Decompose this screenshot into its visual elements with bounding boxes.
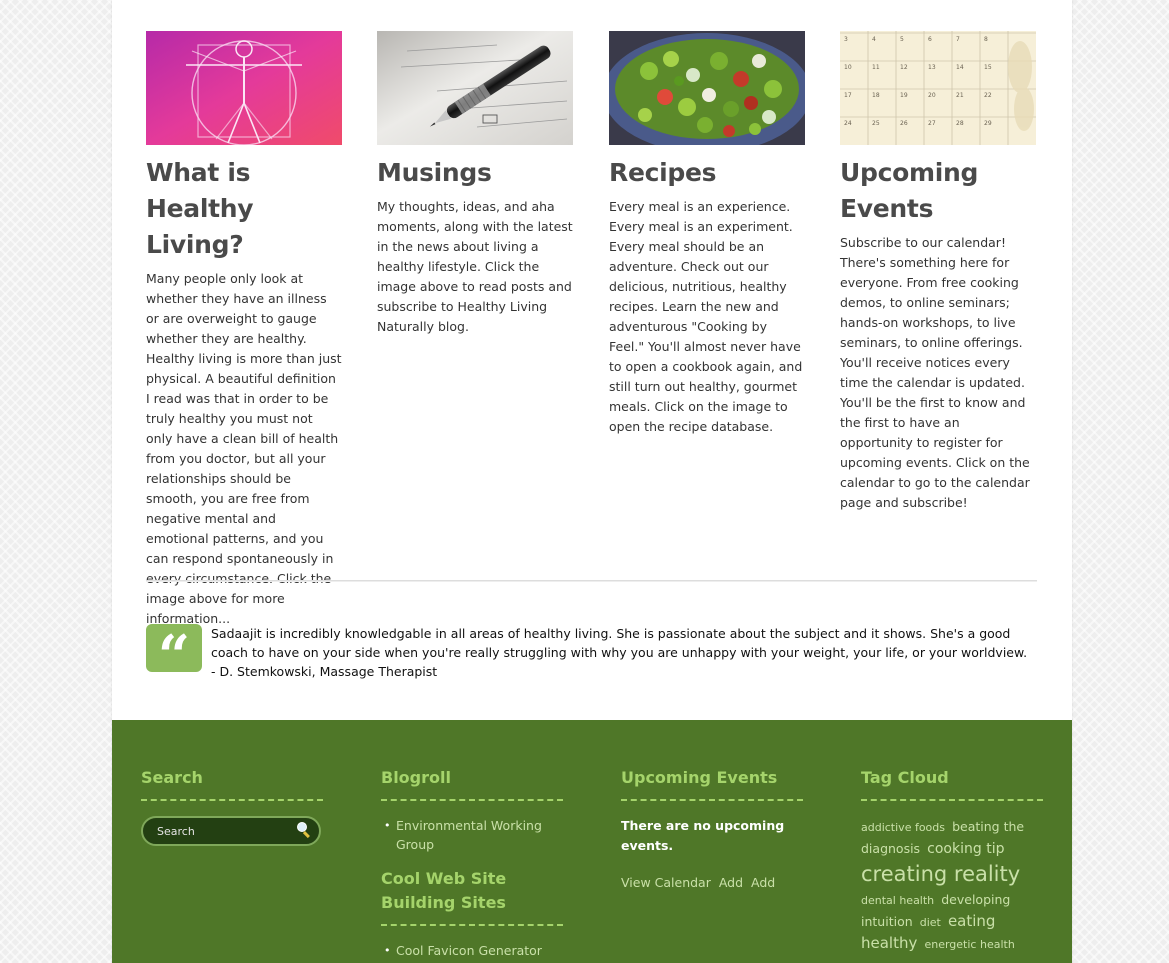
add-link[interactable]: Add [751,875,775,890]
tag-link[interactable]: diet [920,916,941,929]
feature-description: Every meal is an experience. Every meal … [609,199,803,434]
svg-text:26: 26 [900,120,908,127]
footer: Search Blogroll • Environmental Working … [112,720,1072,963]
content-page: What is Healthy Living? Many people only… [112,0,1072,963]
tag-link[interactable]: cooking tip [927,841,1004,857]
feature-upcoming-events: 3 4 5 6 7 8 10 11 12 13 14 15 17 18 19 20 21 22 24 25 26 2… [840,31,1036,513]
pen-on-paper-image[interactable] [377,31,573,145]
widget-heading: Tag Cloud [861,768,949,787]
svg-text:14: 14 [956,64,964,71]
salad-bowl-image[interactable] [609,31,805,145]
search-input[interactable] [157,822,287,840]
footer-blogroll-widget: Blogroll • Environmental Working Group C… [381,766,563,960]
testimonial-text: Sadaajit is incredibly knowledgable in a… [211,626,1028,679]
feature-recipes: Recipes Every meal is an experience. Eve… [609,31,805,437]
blogroll-list: • Environmental Working Group [381,816,563,854]
add-link[interactable]: Add [719,875,743,890]
magnifier-icon[interactable] [295,821,313,839]
footer-events-widget: Upcoming Events There are no upcoming ev… [621,766,803,890]
widget-heading: Cool Web Site Building Sites [381,869,507,912]
bullet-icon: • [384,819,391,832]
heading-divider [861,799,1043,801]
svg-text:25: 25 [872,120,880,127]
svg-text:27: 27 [928,120,936,127]
tag-cloud: addictive foods beating the diagnosis co… [861,816,1041,955]
view-calendar-link[interactable]: View Calendar [621,875,711,890]
svg-text:15: 15 [984,64,992,71]
cool-site-link[interactable]: Cool Favicon Generator [396,943,542,958]
footer-search-widget: Search [141,766,323,846]
calendar-image[interactable]: 3 4 5 6 7 8 10 11 12 13 14 15 17 18 19 20 21 22 24 25 26 2… [840,31,1036,145]
tag-link[interactable]: dental health [861,894,934,907]
feature-description: Many people only look at whether they ha… [146,271,342,626]
section-divider [146,580,1037,582]
feature-healthy-living: What is Healthy Living? Many people only… [146,31,342,629]
footer-tagcloud-widget: Tag Cloud addictive foods beating the di… [861,766,1043,955]
vitruvian-man-image[interactable] [146,31,342,145]
blogroll-link[interactable]: Environmental Working Group [396,818,542,852]
feature-title: Musings [377,158,492,187]
tag-link[interactable]: addictive foods [861,821,945,834]
svg-text:13: 13 [928,64,936,71]
feature-grid: What is Healthy Living? Many people only… [146,31,1036,626]
svg-text:3: 3 [844,36,848,43]
svg-text:4: 4 [872,36,876,43]
feature-description: My thoughts, ideas, and aha moments, alo… [377,199,573,334]
bullet-icon: • [384,944,391,957]
svg-text:28: 28 [956,120,964,127]
svg-text:24: 24 [844,120,852,127]
svg-text:20: 20 [928,92,936,99]
events-empty-message: There are no upcoming events. [621,818,785,853]
svg-text:19: 19 [900,92,908,99]
svg-text:5: 5 [900,36,904,43]
svg-text:12: 12 [900,64,908,71]
heading-divider [381,924,563,926]
feature-musings: Musings My thoughts, ideas, and aha mome… [377,31,573,337]
svg-text:6: 6 [928,36,932,43]
tag-link[interactable]: energetic health [924,938,1014,951]
list-item: • Cool Favicon Generator [381,941,563,960]
svg-text:10: 10 [844,64,852,71]
heading-divider [621,799,803,801]
widget-heading: Blogroll [381,768,451,787]
cool-sites-list: • Cool Favicon Generator [381,941,563,960]
heading-divider [381,799,563,801]
tag-link[interactable]: creating reality [861,862,1020,886]
heading-divider [141,799,323,801]
feature-description: Subscribe to our calendar! There's somet… [840,235,1030,510]
svg-text:11: 11 [872,64,880,71]
feature-title: Recipes [609,158,717,187]
search-box [141,816,321,846]
widget-heading: Upcoming Events [621,768,778,787]
widget-heading: Search [141,768,203,787]
svg-text:22: 22 [984,92,992,99]
quote-icon: “ [146,624,202,688]
svg-text:7: 7 [956,36,960,43]
svg-text:8: 8 [984,36,988,43]
events-actions: View Calendar Add Add [621,875,803,890]
svg-text:21: 21 [956,92,964,99]
svg-text:17: 17 [844,92,852,99]
feature-title: What is Healthy Living? [146,158,254,259]
list-item: • Environmental Working Group [381,816,563,854]
feature-title: Upcoming Events [840,158,979,223]
svg-text:18: 18 [872,92,880,99]
svg-text:29: 29 [984,120,992,127]
